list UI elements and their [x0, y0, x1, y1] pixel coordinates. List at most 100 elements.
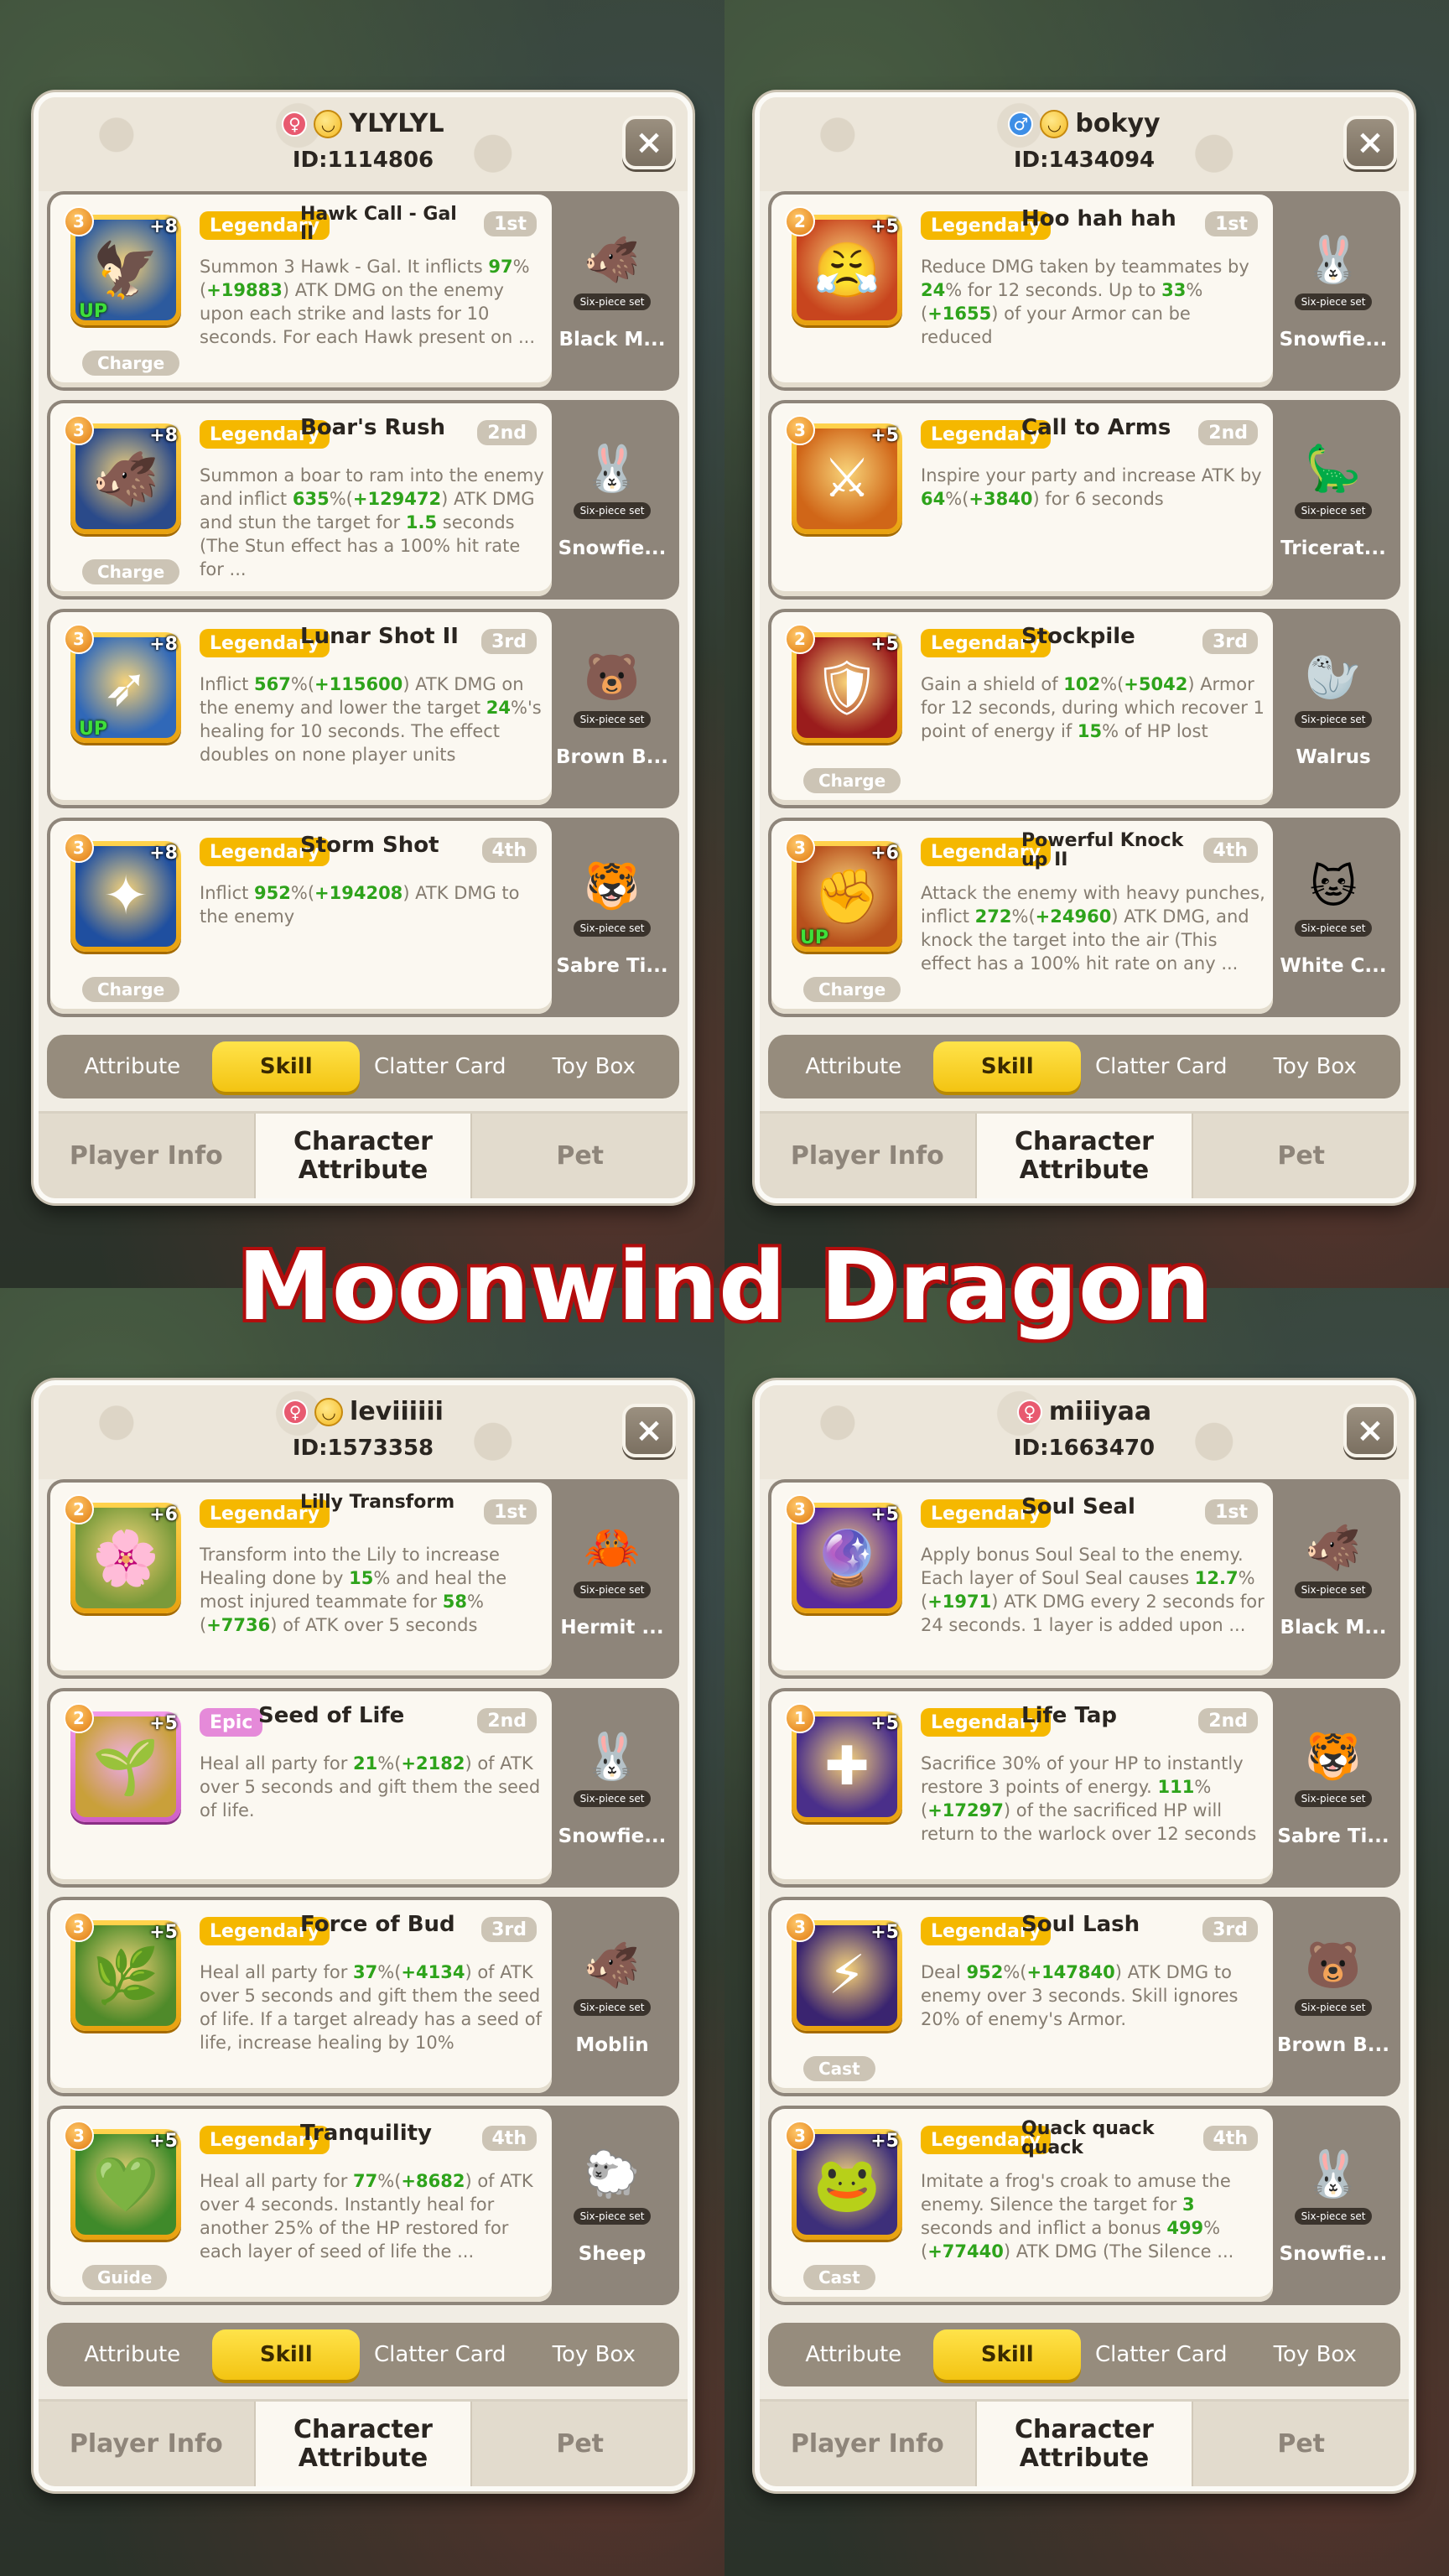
skill-card[interactable]: 🐗 3 +8 Charge Legendary Boar's Rush 2nd Summon … — [50, 403, 552, 596]
pet-slot[interactable]: 🐰 Six-piece set Snowfie... — [1275, 195, 1392, 387]
skill-icon-frame[interactable]: ✚ 1 +5 — [785, 1703, 902, 1822]
tab-attribute[interactable]: Attribute — [59, 1041, 206, 1092]
skill-card[interactable]: 🌱 2 +5 Epic Seed of Life 2nd Heal all party fo… — [50, 1691, 552, 1884]
skill-row[interactable]: ➶ 3 +8 UP Legendary Lunar Shot II 3rd Inflict 5… — [47, 609, 679, 808]
pet-slot[interactable]: 🐯 Six-piece set Sabre Ti... — [1275, 1691, 1392, 1884]
skill-icon-frame[interactable]: ➶ 3 +8 UP — [64, 624, 181, 743]
tab-player-info[interactable]: Player Info — [760, 2402, 975, 2486]
tab-character-attribute[interactable]: Character Attribute — [974, 2402, 1192, 2486]
pet-slot[interactable]: 🐰 Six-piece set Snowfie... — [553, 403, 671, 596]
close-button[interactable]: × — [622, 116, 676, 169]
pet-slot[interactable]: 🐑 Six-piece set Sheep — [553, 2109, 671, 2302]
tab-attribute[interactable]: Attribute — [59, 2329, 206, 2380]
pet-slot[interactable]: 🐗 Six-piece set Black M... — [553, 195, 671, 387]
tab-toy-box[interactable]: Toy Box — [520, 1041, 667, 1092]
skill-card[interactable]: ✊ 3 +6 UP Charge Legendary Powerful Knock up I… — [771, 821, 1273, 1014]
tab-toy-box[interactable]: Toy Box — [1241, 1041, 1389, 1092]
pet-slot[interactable]: 🦕 Six-piece set Tricerat... — [1275, 403, 1392, 596]
pet-slot[interactable]: 🦀 Six-piece set Hermit ... — [553, 1483, 671, 1675]
skill-row[interactable]: ⚔ 3 +5 Legendary Call to Arms 2nd Inspire your… — [768, 400, 1400, 600]
skill-row[interactable]: 🌱 2 +5 Epic Seed of Life 2nd Heal all party fo… — [47, 1688, 679, 1888]
skill-card[interactable]: 💚 3 +5 Guide Legendary Tranquility 4th Heal all… — [50, 2109, 552, 2302]
tab-character-attribute[interactable]: Character Attribute — [974, 1114, 1192, 1198]
skill-card[interactable]: ✚ 1 +5 Legendary Life Tap 2nd Sacrifice 30% of… — [771, 1691, 1273, 1884]
pet-slot[interactable]: 🐗 Six-piece set Moblin — [553, 1900, 671, 2093]
skill-row[interactable]: ✚ 1 +5 Legendary Life Tap 2nd Sacrifice 30% of… — [768, 1688, 1400, 1888]
skill-icon-frame[interactable]: 🐸 3 +5 — [785, 2121, 902, 2240]
tab-pet[interactable]: Pet — [470, 1114, 688, 1198]
tab-attribute[interactable]: Attribute — [780, 2329, 927, 2380]
skill-card[interactable]: ➶ 3 +8 UP Legendary Lunar Shot II 3rd Inflict 5… — [50, 612, 552, 805]
skill-row[interactable]: 🐗 3 +8 Charge Legendary Boar's Rush 2nd Summon … — [47, 400, 679, 600]
tab-clatter-card[interactable]: Clatter Card — [366, 2329, 514, 2380]
pet-slot[interactable]: 🐰 Six-piece set Snowfie... — [553, 1691, 671, 1884]
skill-icon-frame[interactable]: ⚡ 3 +5 — [785, 1912, 902, 2031]
skill-icon-frame[interactable]: 🌱 2 +5 — [64, 1703, 181, 1822]
skill-row[interactable]: ✦ 3 +8 Charge Legendary Storm Shot 4th Inflict … — [47, 818, 679, 1017]
pet-slot[interactable]: 🦭 Six-piece set Walrus — [1275, 612, 1392, 805]
skill-row[interactable]: 💚 3 +5 Guide Legendary Tranquility 4th Heal all… — [47, 2106, 679, 2305]
skill-row[interactable]: 🔮 3 +5 Legendary Soul Seal 1st Apply bonus Sou… — [768, 1479, 1400, 1679]
close-button[interactable]: × — [622, 1404, 676, 1457]
tab-skill[interactable]: Skill — [212, 2329, 361, 2380]
skill-card[interactable]: ✦ 3 +8 Charge Legendary Storm Shot 4th Inflict … — [50, 821, 552, 1014]
pet-slot[interactable]: 🐻 Six-piece set Brown B... — [1275, 1900, 1392, 2093]
tab-clatter-card[interactable]: Clatter Card — [1088, 1041, 1235, 1092]
skill-icon-frame[interactable]: ✦ 3 +8 — [64, 833, 181, 952]
skill-icon-frame[interactable]: ✊ 3 +6 UP — [785, 833, 902, 952]
tab-toy-box[interactable]: Toy Box — [520, 2329, 667, 2380]
tab-skill[interactable]: Skill — [933, 2329, 1082, 2380]
pet-slot[interactable]: 🐯 Six-piece set Sabre Ti... — [553, 821, 671, 1014]
skill-level-badge: 2 — [64, 1494, 94, 1524]
pet-slot[interactable]: 🐱 Six-piece set White C... — [1275, 821, 1392, 1014]
skill-card[interactable]: 🛡 2 +5 Charge Legendary Stockpile 3rd Gain a sh… — [771, 612, 1273, 805]
skill-card[interactable]: 🌿 3 +5 Legendary Force of Bud 3rd Heal all par… — [50, 1900, 552, 2093]
tab-pet[interactable]: Pet — [1192, 2402, 1409, 2486]
tab-clatter-card[interactable]: Clatter Card — [366, 1041, 514, 1092]
pet-name: White C... — [1280, 955, 1387, 977]
skill-row[interactable]: ⚡ 3 +5 Cast Legendary Soul Lash 3rd Deal 952%(+… — [768, 1897, 1400, 2096]
skill-icon-frame[interactable]: 🐗 3 +8 — [64, 415, 181, 534]
skill-icon-frame[interactable]: ⚔ 3 +5 — [785, 415, 902, 534]
skill-row[interactable]: 🐸 3 +5 Cast Legendary Quack quack quack 4th Imi… — [768, 2106, 1400, 2305]
skill-icon-frame[interactable]: 🛡 2 +5 — [785, 624, 902, 743]
skill-row[interactable]: 🛡 2 +5 Charge Legendary Stockpile 3rd Gain a sh… — [768, 609, 1400, 808]
skill-icon-frame[interactable]: 😤 2 +5 — [785, 206, 902, 325]
skill-card[interactable]: ⚡ 3 +5 Cast Legendary Soul Lash 3rd Deal 952%(+… — [771, 1900, 1273, 2093]
tab-pet[interactable]: Pet — [1192, 1114, 1409, 1198]
skill-card[interactable]: 🐸 3 +5 Cast Legendary Quack quack quack 4th Imi… — [771, 2109, 1273, 2302]
pet-slot[interactable]: 🐰 Six-piece set Snowfie... — [1275, 2109, 1392, 2302]
skill-icon-frame[interactable]: 💚 3 +5 — [64, 2121, 181, 2240]
skill-icon-frame[interactable]: 🌸 2 +6 — [64, 1494, 181, 1613]
skill-icon-frame[interactable]: 🦅 3 +8 UP — [64, 206, 181, 325]
tab-skill[interactable]: Skill — [933, 1041, 1082, 1092]
skill-card[interactable]: 🌸 2 +6 Legendary Lilly Transform 1st Transform… — [50, 1483, 552, 1675]
skill-card[interactable]: 😤 2 +5 Legendary Hoo hah hah 1st Reduce DMG ta… — [771, 195, 1273, 387]
tab-toy-box[interactable]: Toy Box — [1241, 2329, 1389, 2380]
pet-slot[interactable]: 🐻 Six-piece set Brown B... — [553, 612, 671, 805]
tab-pet[interactable]: Pet — [470, 2402, 688, 2486]
skill-row[interactable]: 🌸 2 +6 Legendary Lilly Transform 1st Transform… — [47, 1479, 679, 1679]
close-button[interactable]: × — [1343, 1404, 1397, 1457]
skill-icon-frame[interactable]: 🌿 3 +5 — [64, 1912, 181, 2031]
close-button[interactable]: × — [1343, 116, 1397, 169]
tab-player-info[interactable]: Player Info — [39, 2402, 254, 2486]
tab-character-attribute[interactable]: Character Attribute — [253, 1114, 471, 1198]
skill-row[interactable]: 😤 2 +5 Legendary Hoo hah hah 1st Reduce DMG ta… — [768, 191, 1400, 391]
skill-card[interactable]: 🔮 3 +5 Legendary Soul Seal 1st Apply bonus Sou… — [771, 1483, 1273, 1675]
tab-skill[interactable]: Skill — [212, 1041, 361, 1092]
tab-clatter-card[interactable]: Clatter Card — [1088, 2329, 1235, 2380]
skill-row[interactable]: 🦅 3 +8 UP Charge Legendary Hawk Call - Gal II 1… — [47, 191, 679, 391]
six-piece-set-tag: Six-piece set — [1295, 293, 1372, 310]
skill-row[interactable]: 🌿 3 +5 Legendary Force of Bud 3rd Heal all par… — [47, 1897, 679, 2096]
tab-player-info[interactable]: Player Info — [39, 1114, 254, 1198]
skill-row[interactable]: ✊ 3 +6 UP Charge Legendary Powerful Knock up I… — [768, 818, 1400, 1017]
tab-character-attribute[interactable]: Character Attribute — [253, 2402, 471, 2486]
skill-icon-frame[interactable]: 🔮 3 +5 — [785, 1494, 902, 1613]
skill-card[interactable]: ⚔ 3 +5 Legendary Call to Arms 2nd Inspire your… — [771, 403, 1273, 596]
tab-player-info[interactable]: Player Info — [760, 1114, 975, 1198]
pet-slot[interactable]: 🐗 Six-piece set Black M... — [1275, 1483, 1392, 1675]
sub-tab-bar: Attribute Skill Clatter Card Toy Box — [47, 1035, 679, 1098]
tab-attribute[interactable]: Attribute — [780, 1041, 927, 1092]
skill-card[interactable]: 🦅 3 +8 UP Charge Legendary Hawk Call - Gal II 1… — [50, 195, 552, 387]
